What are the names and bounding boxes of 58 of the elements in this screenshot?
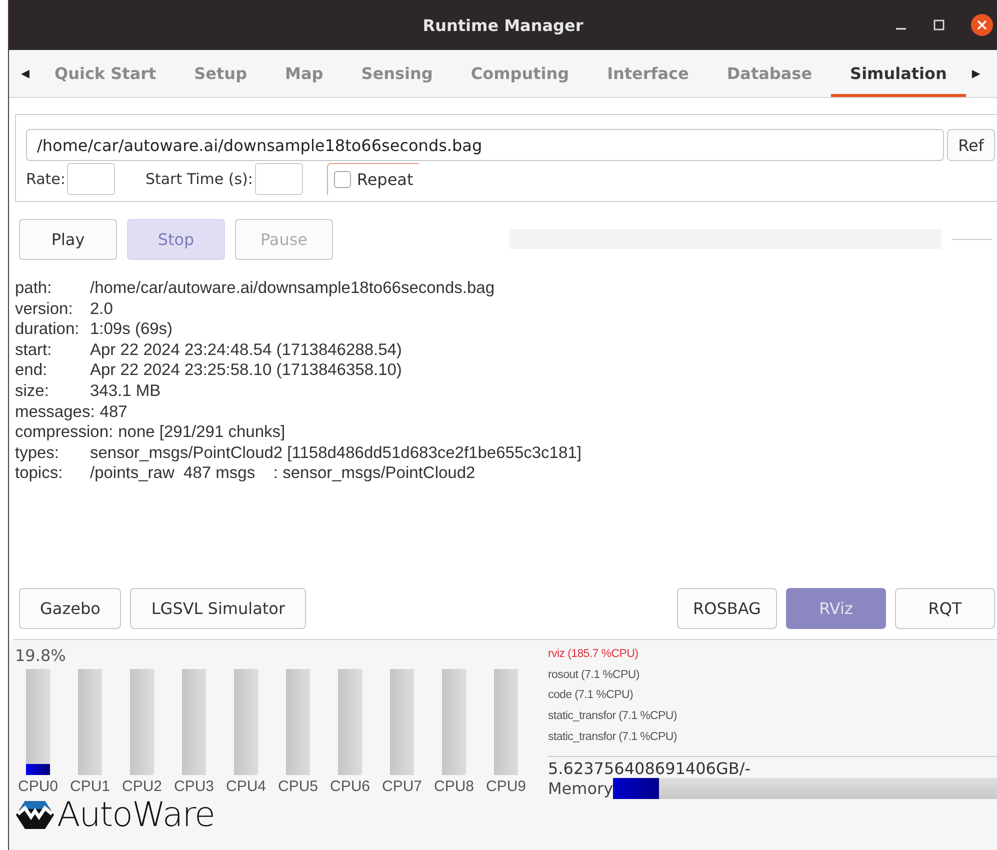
scroll-left-arrow[interactable]: ◀ <box>15 50 36 97</box>
process-entry: static_transfor (7.1 %CPU) <box>548 709 678 724</box>
tab[interactable]: Simulation <box>831 53 966 97</box>
info-value: 343.1 MB <box>90 382 161 400</box>
logo-icon <box>15 799 55 831</box>
start-time-label: Start Time (s): <box>145 170 253 188</box>
close-icon[interactable] <box>971 14 993 36</box>
info-label: end: <box>15 360 48 381</box>
info-label: start: <box>15 340 53 360</box>
info-label: duration: <box>15 319 80 340</box>
cpu-label: CPU1 <box>70 778 110 795</box>
tool-button[interactable]: ROSBAG <box>677 588 777 629</box>
info-value: 2.0 <box>90 300 113 318</box>
info-value: sensor_msgs/PointCloud2 [1158d486dd51d683ce2f1be655c3c181] <box>90 444 582 462</box>
info-label: version: <box>15 298 74 320</box>
info-value: /home/car/autoware.ai/downsample18to66seconds.bag <box>90 279 495 297</box>
cpu-label: CPU2 <box>122 778 162 795</box>
info-label: compression: <box>15 422 114 443</box>
cpu-label: CPU8 <box>434 778 474 795</box>
info-label: types: <box>15 442 60 464</box>
info-value: /points_raw 487 msgs : sensor_msgs/PointCloud2 <box>90 464 476 482</box>
process-entry: code (7.1 %CPU) <box>548 688 634 704</box>
info-value: 487 <box>100 402 128 421</box>
path-field[interactable]: /home/car/autoware.ai/downsample18to66seconds.bag <box>26 129 944 161</box>
rate-label: Rate: <box>26 170 66 188</box>
window-title: Runtime Manager <box>422 16 584 34</box>
cpu-total: 19.8% <box>15 646 67 665</box>
info-value: none [291/291 chunks] <box>118 423 286 442</box>
ref-button[interactable]: Ref <box>947 129 995 161</box>
cpu-label: CPU6 <box>330 778 370 795</box>
info-value: Apr 22 2024 23:25:58.10 (1713846358.10) <box>90 361 402 380</box>
scroll-right-arrow[interactable]: ▶ <box>966 50 986 97</box>
cpu-label: CPU9 <box>486 778 526 795</box>
cpu-label: CPU0 <box>18 778 58 795</box>
rate-field[interactable] <box>67 163 116 195</box>
info-label: messages: <box>15 402 95 422</box>
logo-text: AutoWare <box>57 797 214 833</box>
process-entry: rosout (7.1 %CPU) <box>548 668 640 683</box>
maximize-icon[interactable] <box>933 19 945 31</box>
info-value: 1:09s (69s) <box>90 320 173 338</box>
info-label: path: <box>15 278 53 299</box>
cpu-label: CPU7 <box>382 778 422 795</box>
repeat-checkbox[interactable]: Repeat <box>326 163 420 195</box>
playback-button[interactable]: Play <box>19 218 117 260</box>
cpu-label: CPU5 <box>278 778 318 795</box>
process-entry: static_transfor (7.1 %CPU) <box>548 730 678 745</box>
info-value: Apr 22 2024 23:24:48.54 (1713846288.54) <box>90 340 402 359</box>
tool-button[interactable]: RQT <box>895 588 995 629</box>
process-entry: rviz (185.7 %CPU) <box>548 647 640 662</box>
memory-label: Memory <box>548 778 614 798</box>
info-label: topics: <box>15 463 64 484</box>
tool-button[interactable]: Gazebo <box>19 588 122 629</box>
info-label: size: <box>15 380 50 402</box>
memory-usage: 5.623756408691406GB/- <box>548 758 752 778</box>
start-time-field[interactable] <box>254 163 303 195</box>
cpu-label: CPU4 <box>226 778 266 795</box>
tool-button[interactable]: LGSVL Simulator <box>130 588 306 629</box>
cpu-label: CPU3 <box>174 778 214 795</box>
